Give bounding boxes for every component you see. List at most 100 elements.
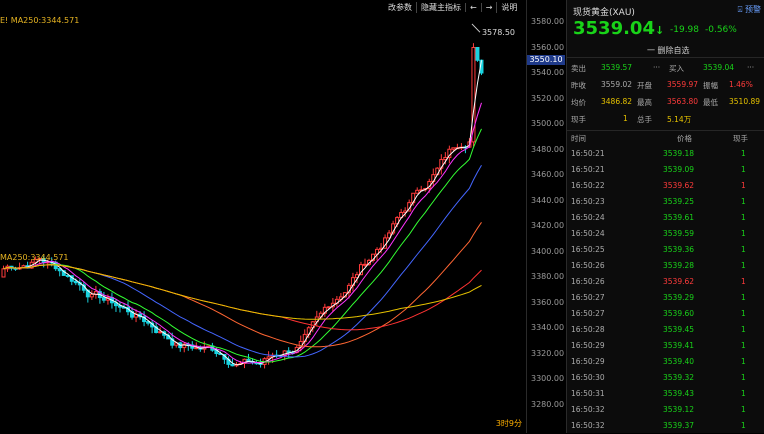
price-tick: 3320.00: [531, 348, 565, 358]
trade-time: 16:50:32: [571, 421, 605, 430]
trade-volume: 1: [741, 357, 746, 366]
trade-price: 3539.45: [663, 325, 695, 334]
trade-row: 16:50:24 3539.59 1: [567, 226, 764, 242]
quote-value: 1: [623, 114, 628, 123]
trade-price: 3539.32: [663, 373, 695, 382]
trade-price: 3539.62: [663, 181, 695, 190]
divider: [567, 57, 764, 58]
quote-label: 振幅: [703, 81, 718, 90]
quote-value: 1.46%: [729, 80, 753, 89]
trade-time: 16:50:25: [571, 245, 605, 254]
quote-value: 3539.04: [703, 63, 735, 72]
trade-time: 16:50:29: [571, 341, 605, 350]
help-button[interactable]: 说明: [496, 1, 521, 13]
trade-volume: 1: [741, 405, 746, 414]
trade-time: 16:50:27: [571, 309, 605, 318]
quote-value: 3559.02: [601, 80, 633, 89]
quote-label: ···: [653, 63, 661, 72]
watch-button[interactable]: ⍓ 预警: [738, 4, 761, 15]
price-tick: 3540.00: [531, 68, 565, 77]
quote-value: 5.14万: [667, 115, 692, 124]
trade-row: 16:50:25 3539.36 1: [567, 242, 764, 258]
kline-chart[interactable]: 3578.50 改参数 隐藏主指标 ← → 说明 E! MA250:3344.5…: [0, 0, 526, 433]
trade-row: 16:50:26 3539.28 1: [567, 258, 764, 274]
candle-body: [230, 363, 235, 367]
price-tick: 3340.00: [531, 323, 565, 332]
quote-panel: 现货黄金(XAU) ⍓ 预警 3539.04↓ -19.98 -0.56% 一 …: [566, 0, 764, 433]
trade-volume: 1: [741, 293, 746, 302]
moving-average-line: [3, 60, 482, 366]
quote-value: 3510.89: [729, 97, 761, 106]
candle-body: [1, 268, 6, 278]
trade-time: 16:50:32: [571, 405, 605, 414]
trade-volume: 1: [741, 197, 746, 206]
hide-indicator-button[interactable]: 隐藏主指标: [416, 1, 465, 13]
chart-toolbar: 改参数 隐藏主指标 ← → 说明: [384, 0, 521, 14]
right-arrow-button[interactable]: →: [480, 2, 497, 12]
quote-value: 3563.80: [667, 97, 699, 106]
trade-price: 3539.43: [663, 389, 695, 398]
trade-time: 16:50:27: [571, 293, 605, 302]
quote-label: 开盘: [637, 81, 652, 90]
quote-row: 卖出 3539.57 ··· 买入 3539.04 ···: [567, 62, 764, 75]
price-axis: 3580.00 3560.00 3540.00 3520.00 3500.00 3480.…: [526, 0, 567, 433]
trade-volume: 1: [741, 213, 746, 222]
price-tick: 3560.00: [531, 42, 565, 52]
moving-average-line: [3, 128, 482, 363]
moving-average-line: [3, 264, 482, 331]
price-tick: 3300.00: [531, 374, 565, 383]
candle-body: [158, 331, 163, 334]
price-tick: 3440.00: [531, 195, 565, 205]
trade-time: 16:50:31: [571, 389, 605, 398]
current-price-tag: 3550.10: [527, 55, 565, 65]
trade-row: 16:50:21 3539.18 1: [567, 146, 764, 162]
trade-row: 16:50:28 3539.45 1: [567, 322, 764, 338]
quote-row: 昨收 3559.02 开盘 3559.97 振幅 1.46%: [567, 79, 764, 92]
trade-time: 16:50:30: [571, 373, 605, 382]
delete-watchlist-button[interactable]: 一 删除自选: [647, 45, 690, 56]
trade-time: 16:50:29: [571, 357, 605, 366]
trade-price: 3539.62: [663, 277, 695, 286]
trade-price: 3539.36: [663, 245, 695, 254]
trade-volume: 1: [741, 229, 746, 238]
quote-label: 最低: [703, 98, 718, 107]
trade-price: 3539.09: [663, 165, 695, 174]
quote-value: 3486.82: [601, 97, 633, 106]
candle-body: [415, 189, 420, 194]
trade-volume: 1: [741, 165, 746, 174]
trade-row: 16:50:26 3539.62 1: [567, 274, 764, 290]
candle-body: [451, 147, 456, 150]
col-volume: 现手: [733, 134, 748, 143]
trade-volume: 1: [741, 373, 746, 382]
trade-time: 16:50:26: [571, 261, 605, 270]
candle-body: [286, 350, 291, 353]
trade-row: 16:50:29 3539.41 1: [567, 338, 764, 354]
trade-time: 16:50:21: [571, 165, 605, 174]
trade-price: 3539.60: [663, 309, 695, 318]
quote-row: 现手 1 总手 5.14万: [567, 113, 764, 126]
trade-price: 3539.41: [663, 341, 695, 350]
divider: [567, 130, 764, 131]
price-change: -19.98: [670, 25, 700, 35]
candlestick-plot[interactable]: 3578.50: [0, 0, 526, 433]
edit-params-button[interactable]: 改参数: [384, 2, 416, 13]
trade-price: 3539.12: [663, 405, 695, 414]
price-change-pct: -0.56%: [705, 25, 737, 35]
trade-volume: 1: [741, 389, 746, 398]
trade-volume: 1: [741, 181, 746, 190]
trade-time: 16:50:24: [571, 229, 605, 238]
left-arrow-button[interactable]: ←: [465, 2, 481, 12]
candle-body: [363, 263, 367, 266]
trade-row: 16:50:31 3539.43 1: [567, 386, 764, 402]
last-price: 3539.04↓: [573, 18, 665, 39]
candle-body: [101, 297, 106, 301]
trade-price: 3539.18: [663, 149, 695, 158]
trade-volume: 1: [741, 277, 746, 286]
price-tick: 3280.00: [531, 399, 565, 409]
trade-time: 16:50:24: [571, 213, 605, 222]
trade-price: 3539.59: [663, 229, 695, 238]
price-tick: 3400.00: [531, 246, 565, 256]
quote-row: 均价 3486.82 最高 3563.80 最低 3510.89: [567, 96, 764, 109]
candle-body: [89, 293, 94, 298]
trade-price: 3539.28: [663, 261, 695, 270]
